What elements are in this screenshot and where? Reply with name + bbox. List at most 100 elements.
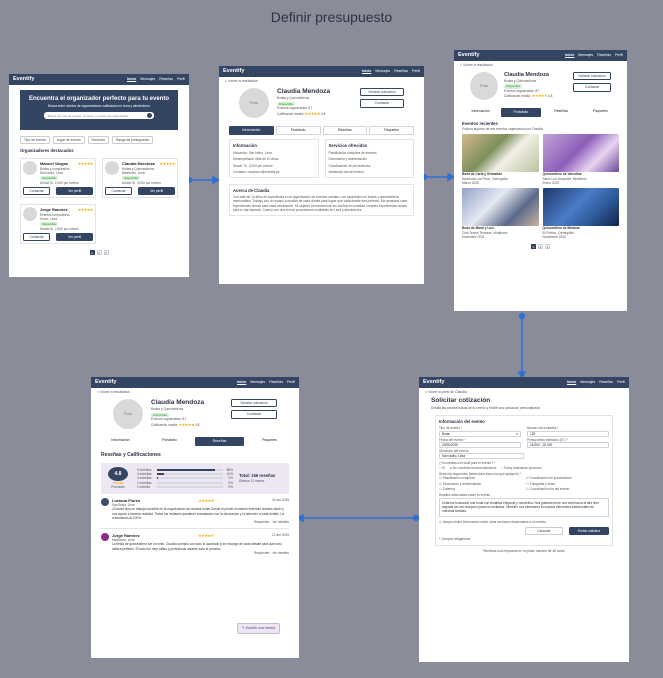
- nav-resenas[interactable]: Reseñas: [599, 380, 613, 385]
- venue-option-no-label: No, necesito recomendaciones: [452, 465, 497, 470]
- tab-portfolio[interactable]: Portafolio: [146, 437, 193, 447]
- contact-button[interactable]: Contactar: [573, 83, 611, 92]
- contact-button[interactable]: Contactar: [23, 232, 51, 242]
- cancel-button[interactable]: Cancelar: [525, 526, 563, 536]
- tab-reviews[interactable]: Reseñas: [195, 436, 244, 447]
- nav-perfil[interactable]: Perfil: [412, 69, 420, 74]
- organizer-card[interactable]: Claudia Mendoza ★★★★★ Bodas y Quinceañero…: [102, 158, 178, 199]
- service-checkbox[interactable]: ☑ Planificación completa: [439, 476, 522, 480]
- nav-resenas[interactable]: Reseñas: [597, 53, 611, 58]
- info-heading: Información: [233, 143, 257, 149]
- page-3[interactable]: 3: [545, 244, 550, 250]
- nav-inicio[interactable]: Inicio: [567, 380, 576, 385]
- nav-perfil[interactable]: Perfil: [177, 77, 185, 82]
- nav-mensajes[interactable]: Mensajes: [250, 380, 265, 385]
- place-input[interactable]: San Isidro, Lima: [439, 453, 524, 460]
- venue-option-yes[interactable]: ○ Sí: [439, 466, 445, 470]
- nav-resenas[interactable]: Reseñas: [394, 69, 408, 74]
- organizer-card[interactable]: Jorge Ramírez ★★★★★ Eventos corporativos …: [20, 204, 96, 245]
- tab-info[interactable]: Información: [229, 125, 274, 136]
- tab-reviews[interactable]: Reseñas: [322, 125, 368, 136]
- nav-resenas[interactable]: Reseñas: [159, 77, 173, 82]
- nav-mensajes[interactable]: Mensajes: [580, 380, 595, 385]
- contact-button[interactable]: Contactar: [231, 410, 277, 419]
- service-checkbox[interactable]: ☑ Decoración y ambientación: [439, 482, 522, 486]
- tab-info[interactable]: Información: [97, 437, 144, 447]
- filter-services[interactable]: Servicios: [87, 136, 109, 145]
- search-icon[interactable]: [147, 113, 152, 119]
- write-review-button[interactable]: ✎ Escribir una reseña: [237, 623, 281, 634]
- event-photo-card[interactable]: Boda de María y Luis Club Tennis Terraza…: [462, 188, 539, 239]
- logo: Eventify: [223, 67, 245, 74]
- nav-perfil[interactable]: Perfil: [287, 380, 295, 385]
- quote-button[interactable]: Solicitar cotización: [360, 87, 404, 97]
- venue-option-evaluating[interactable]: ○ Estoy evaluando opciones: [501, 466, 541, 470]
- nav-inicio[interactable]: Inicio: [237, 380, 246, 385]
- profile-tabs: Información Portafolio Reseñas Paquetes: [454, 107, 627, 118]
- filter-budget[interactable]: Rango de presupuesto: [111, 136, 154, 145]
- event-photo[interactable]: [542, 188, 619, 227]
- event-photo-card[interactable]: Quinceañero de Valentina Salón Los Giras…: [542, 134, 619, 185]
- contact-button[interactable]: Contactar: [360, 99, 404, 108]
- tab-portfolio[interactable]: Portafolio: [501, 107, 541, 118]
- page-3[interactable]: 3: [103, 250, 109, 256]
- tab-reviews[interactable]: Reseñas: [543, 108, 580, 118]
- info-columns: Información Ubicación: San Isidro, Lima …: [219, 135, 424, 182]
- event-photo[interactable]: [542, 134, 619, 173]
- filter-place[interactable]: Lugar de evento: [52, 136, 85, 145]
- search-input[interactable]: Busca por tipo de evento, servicio o nom…: [44, 112, 154, 120]
- reply-link[interactable]: Responder: [254, 520, 270, 524]
- tab-packages[interactable]: Paquetes: [369, 125, 414, 136]
- consent-checkbox[interactable]: ☑ Acepto recibir información sobre otros…: [439, 520, 609, 524]
- contact-button[interactable]: Contactar: [23, 186, 51, 196]
- event-type-select[interactable]: Boda ▾: [439, 430, 521, 437]
- back-link[interactable]: < Volver a perfil de Claudia: [419, 388, 629, 397]
- nav-inicio[interactable]: Inicio: [362, 69, 371, 74]
- back-link[interactable]: < Volver a resultados: [91, 388, 299, 397]
- send-button[interactable]: Enviar solicitud: [569, 526, 609, 536]
- nav-perfil[interactable]: Perfil: [615, 53, 623, 58]
- details-link[interactable]: Ver detalles: [272, 520, 289, 524]
- service-checkbox[interactable]: ☑ Coordinación de proveedores: [526, 476, 609, 480]
- tab-info[interactable]: Información: [462, 108, 499, 118]
- page-2[interactable]: 2: [96, 250, 102, 256]
- view-profile-button[interactable]: Ver perfil: [56, 186, 93, 196]
- nav-inicio[interactable]: Inicio: [565, 53, 574, 58]
- view-profile-button[interactable]: Ver perfil: [138, 186, 175, 196]
- event-photo-card[interactable]: Boda de Carla y Sebastián Hacienda Los F…: [462, 134, 539, 185]
- filter-type[interactable]: Tipo de evento: [20, 136, 50, 145]
- back-link[interactable]: < Volver a resultados: [219, 77, 424, 86]
- nav-perfil[interactable]: Perfil: [617, 380, 625, 385]
- service-checkbox[interactable]: ☑ Coordinación día del evento: [526, 487, 609, 491]
- service-checkbox[interactable]: ☐ Catering: [439, 487, 522, 491]
- reply-link[interactable]: Responder: [254, 551, 270, 555]
- back-link[interactable]: < Volver a resultados: [454, 61, 627, 70]
- event-photo-card[interactable]: Quinceañero de Mariana El Pórtico, Ciene…: [542, 188, 619, 239]
- service-item: Asistencia día del evento: [328, 170, 364, 175]
- tab-portfolio[interactable]: Portafolio: [275, 125, 321, 136]
- page-1[interactable]: 1: [531, 244, 536, 250]
- event-photo[interactable]: [462, 134, 539, 173]
- nav-mensajes[interactable]: Mensajes: [140, 77, 155, 82]
- nav-resenas[interactable]: Reseñas: [269, 380, 283, 385]
- nav-mensajes[interactable]: Mensajes: [578, 53, 593, 58]
- budget-input[interactable]: 15,000 - 20,000: [527, 442, 609, 449]
- guests-input[interactable]: 120: [527, 430, 609, 437]
- page-1[interactable]: 1: [89, 250, 95, 256]
- service-checkbox[interactable]: ☐ Fotografía y video: [526, 482, 609, 486]
- view-profile-button[interactable]: Ver perfil: [56, 232, 93, 242]
- details-link[interactable]: Ver detalles: [272, 551, 289, 555]
- organizer-card[interactable]: Manuel Vargas ★★★★★ Bodas y cumpleaños Sa…: [20, 158, 96, 199]
- quote-button[interactable]: Solicitar cotización: [231, 398, 277, 408]
- tab-packages[interactable]: Paquetes: [246, 437, 293, 447]
- nav-mensajes[interactable]: Mensajes: [375, 69, 390, 74]
- venue-option-no[interactable]: ● No, necesito recomendaciones: [450, 466, 497, 470]
- date-input[interactable]: 20/06/2025: [439, 442, 521, 449]
- nav-inicio[interactable]: Inicio: [127, 77, 136, 82]
- tab-packages[interactable]: Paquetes: [582, 108, 619, 118]
- contact-button[interactable]: Contactar: [105, 186, 133, 196]
- details-textarea[interactable]: Estamos buscando una boda con temática e…: [439, 497, 609, 517]
- event-photo[interactable]: [462, 188, 539, 227]
- page-2[interactable]: 2: [538, 244, 543, 250]
- quote-button[interactable]: Solicitar cotización: [573, 71, 611, 81]
